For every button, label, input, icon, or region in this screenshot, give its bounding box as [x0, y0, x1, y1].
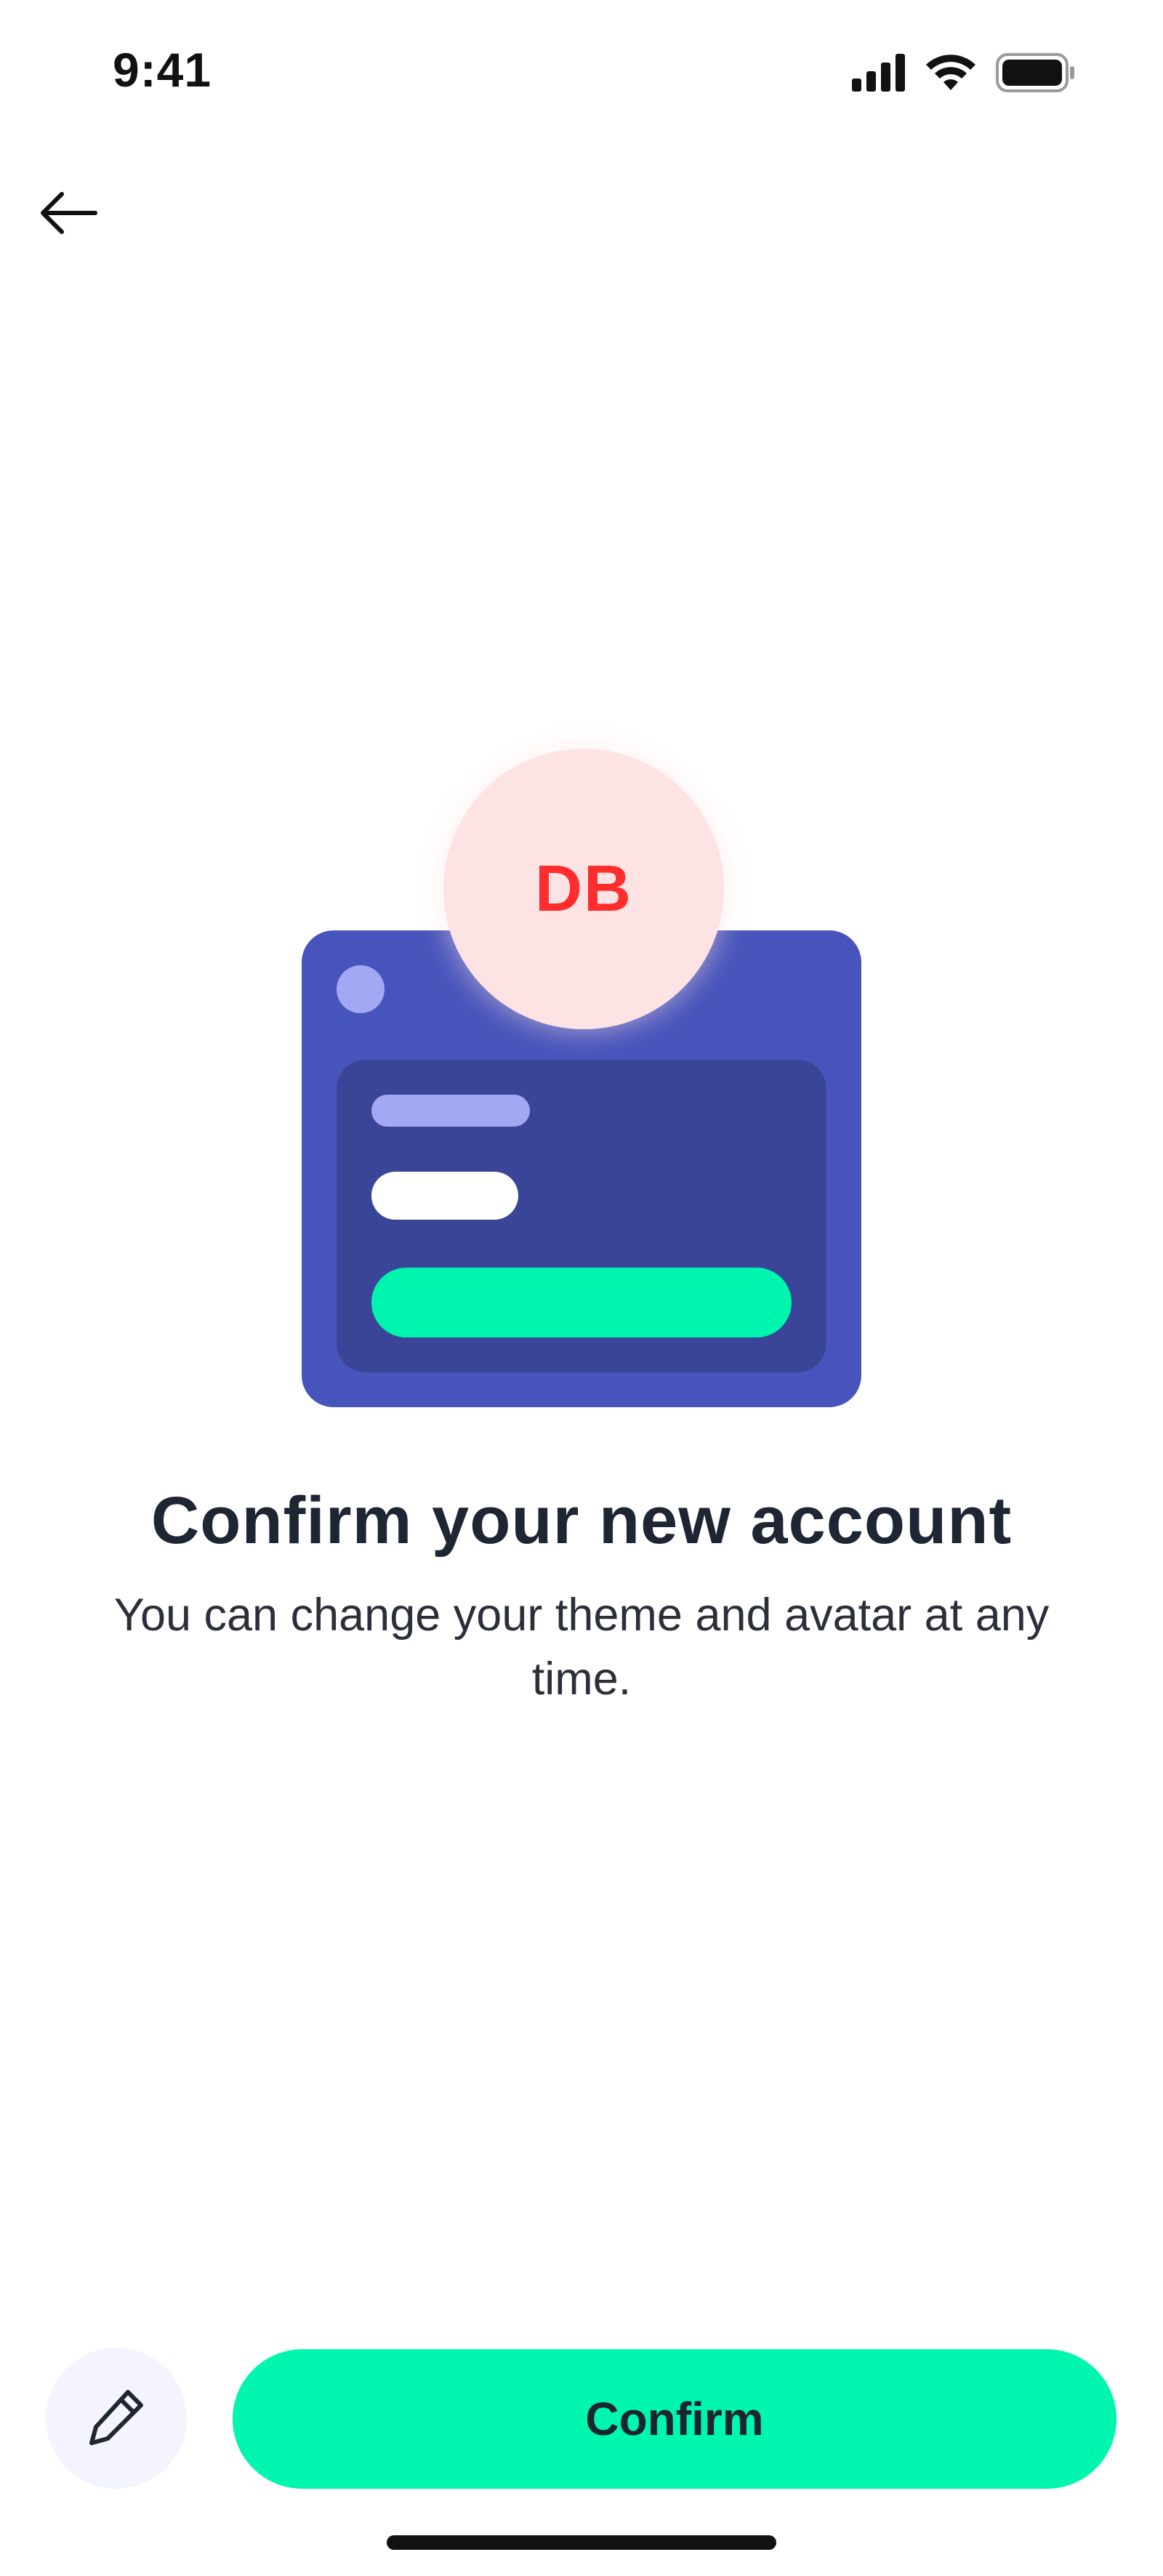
- avatar-initials: DB: [535, 852, 632, 925]
- account-illustration: DB: [0, 727, 1163, 1425]
- page-subtitle: You can change your theme and avatar at …: [113, 1590, 1050, 1704]
- confirm-account-screen: 9:41 DB Confirm your new account You can…: [0, 0, 1163, 2576]
- pencil-icon: [86, 2386, 147, 2451]
- home-indicator[interactable]: [387, 2535, 776, 2550]
- illustration-line: [371, 1095, 530, 1127]
- page-title: Confirm your new account: [150, 1484, 1013, 1558]
- cellular-signal-icon: [852, 53, 906, 95]
- wifi-icon: [925, 54, 977, 95]
- illustration-line: [371, 1172, 518, 1220]
- status-icons: [852, 52, 1076, 96]
- arrow-left-icon: [40, 190, 98, 240]
- avatar: DB: [443, 749, 724, 1029]
- back-button[interactable]: [29, 174, 109, 254]
- illustration-button-bar: [371, 1268, 792, 1337]
- status-bar: 9:41: [0, 0, 1163, 145]
- battery-icon: [996, 52, 1076, 96]
- illustration-panel: [337, 1060, 826, 1372]
- edit-button[interactable]: [46, 2348, 187, 2489]
- confirm-button[interactable]: Confirm: [233, 2349, 1116, 2489]
- status-time: 9:41: [113, 43, 212, 97]
- illustration-dot: [337, 965, 385, 1013]
